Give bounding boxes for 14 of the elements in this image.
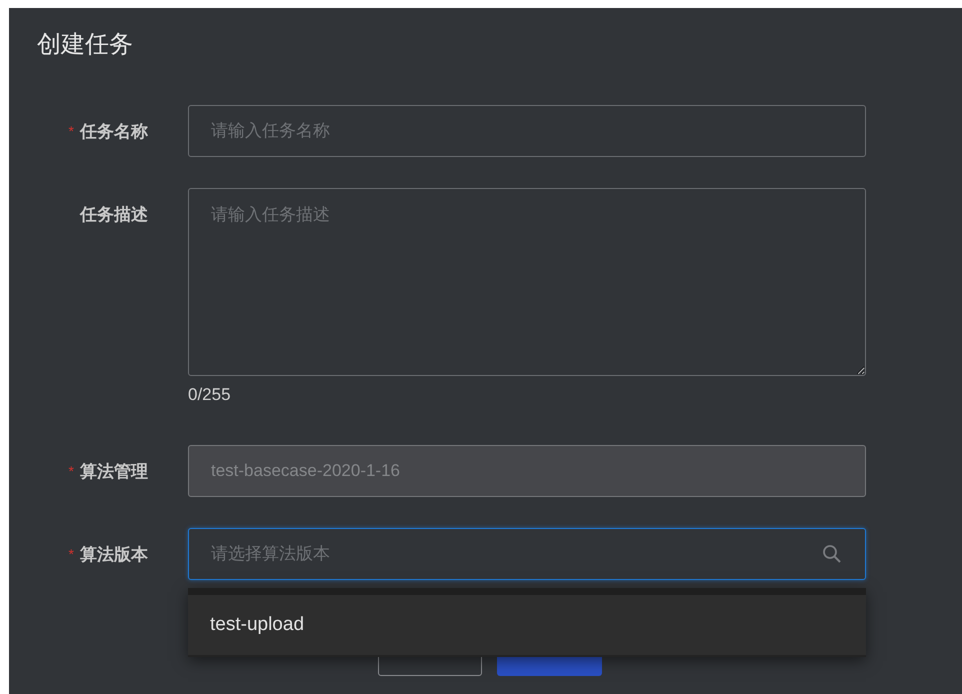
select-field[interactable]: 请选择算法版本 [188,528,866,580]
field-label: 任务描述 [80,204,148,226]
required-mark: * [68,123,74,139]
field-label: 算法管理 [80,460,148,482]
search-icon [822,544,842,564]
required-mark: * [68,463,74,479]
text-field[interactable]: 请输入任务名称 [188,105,866,157]
field-label: 算法版本 [80,544,148,566]
required-mark: * [68,546,74,562]
dropdown-option[interactable]: test-upload [188,595,866,655]
char-counter: 0/255 [188,384,231,406]
field-label: 任务名称 [80,120,148,142]
dialog-title: 创建任务 [37,30,133,60]
description-field[interactable]: 请输入任务描述 [188,188,866,376]
